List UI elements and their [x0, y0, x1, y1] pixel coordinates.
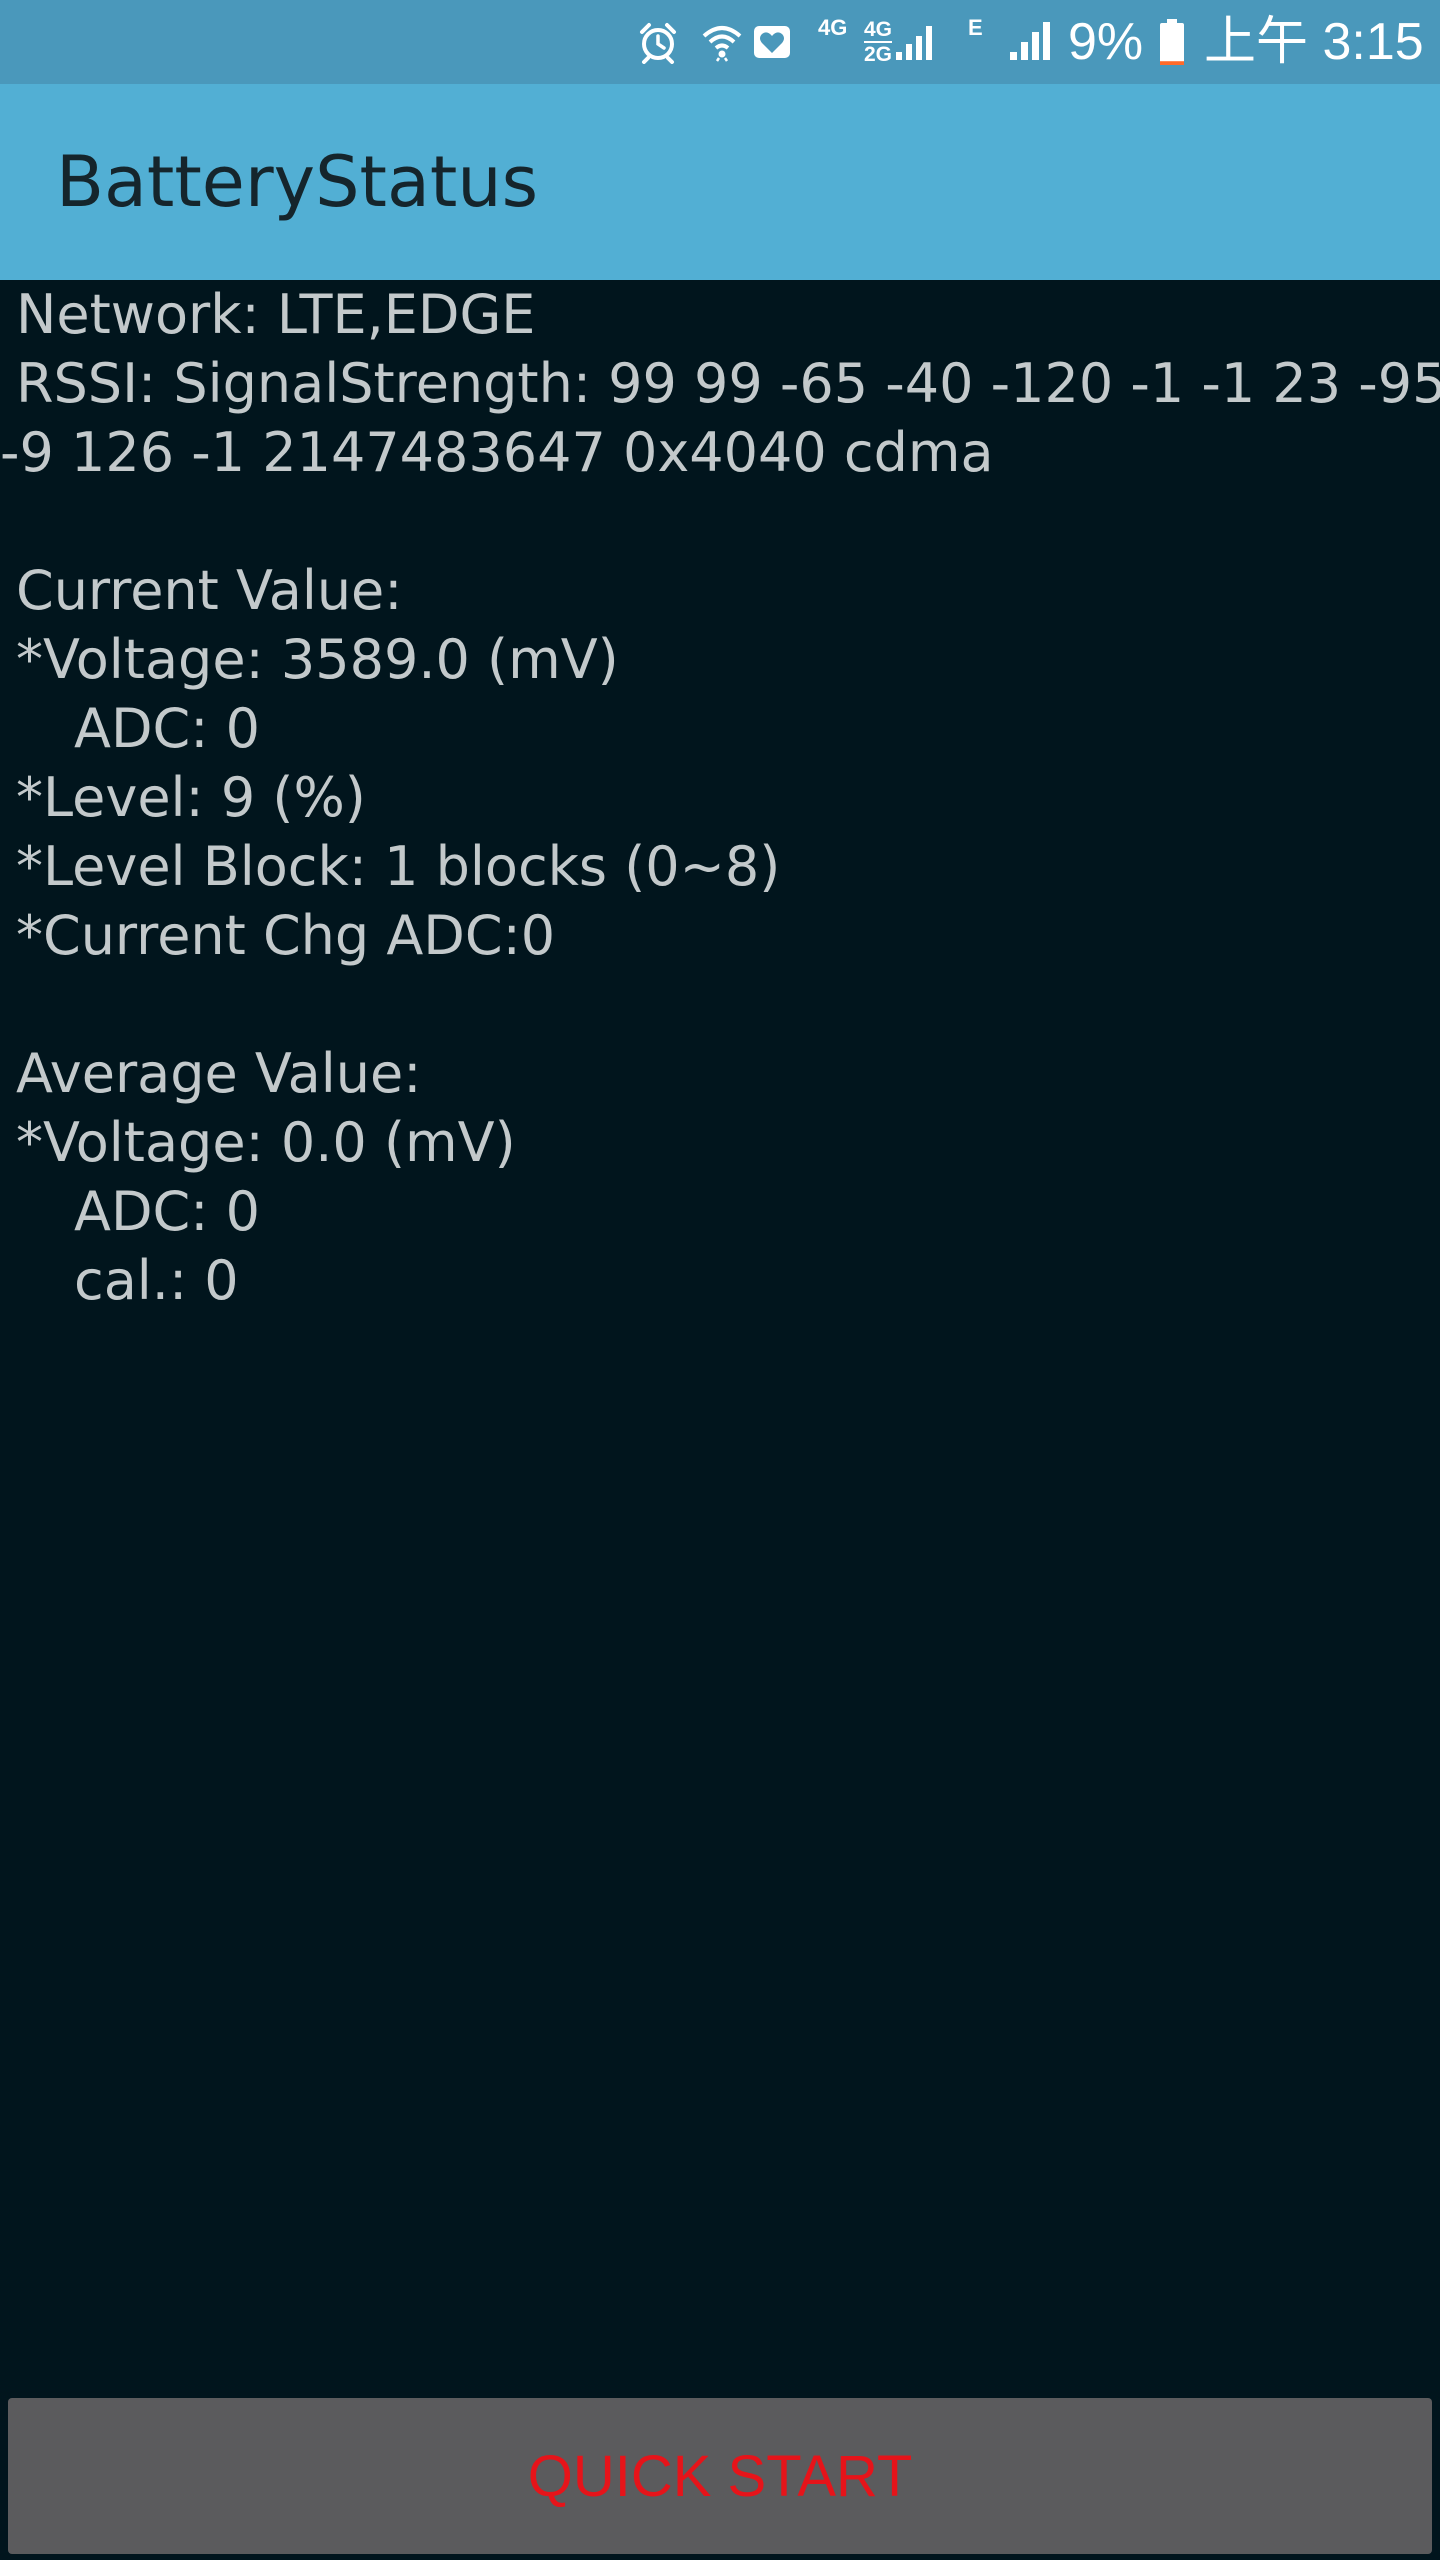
status-bar: 4G 4G 2G E 9% 上午 3:15 — [0, 0, 1440, 84]
app-title: BatteryStatus — [56, 141, 539, 223]
current-voltage: *Voltage: 3589.0 (mV) — [16, 628, 619, 691]
current-value-header: Current Value: — [16, 559, 403, 622]
battery-percent: 9% — [1068, 13, 1144, 71]
wifi-icon — [700, 0, 748, 84]
network-2g-bottom-label: 2G — [864, 43, 893, 66]
average-value-header: Average Value: — [16, 1042, 422, 1105]
current-level: *Level: 9 (%) — [16, 766, 366, 829]
quick-start-button[interactable]: QUICK START — [8, 2398, 1432, 2554]
rssi-line: RSSI: SignalStrength: 99 99 -65 -40 -120… — [16, 352, 1440, 415]
dual-network-signal-icon: 4G 2G — [864, 0, 954, 84]
current-chg-adc: *Current Chg ADC:0 — [16, 904, 556, 967]
health-icon — [752, 0, 798, 84]
battery-info-panel: Network: LTE,EDGE RSSI: SignalStrength: … — [0, 280, 1440, 1315]
current-level-block: *Level Block: 1 blocks (0~8) — [16, 835, 781, 898]
clock: 上午 3:15 — [1204, 13, 1424, 71]
network-4g-top-label: 4G — [864, 18, 893, 43]
current-adc: ADC: 0 — [74, 697, 260, 760]
average-adc: ADC: 0 — [74, 1180, 260, 1243]
alarm-icon — [636, 0, 684, 84]
rssi-line-continued: -9 126 -1 2147483647 0x4040 cdma — [0, 421, 994, 484]
network-line: Network: LTE,EDGE — [16, 283, 536, 346]
app-bar: BatteryStatus — [0, 84, 1440, 280]
network-e-label: E — [968, 15, 983, 40]
average-voltage: *Voltage: 0.0 (mV) — [16, 1111, 516, 1174]
network-4g-label: 4G — [818, 15, 848, 40]
signal-icon — [1008, 0, 1054, 84]
average-cal: cal.: 0 — [74, 1249, 239, 1312]
battery-icon — [1158, 0, 1190, 84]
